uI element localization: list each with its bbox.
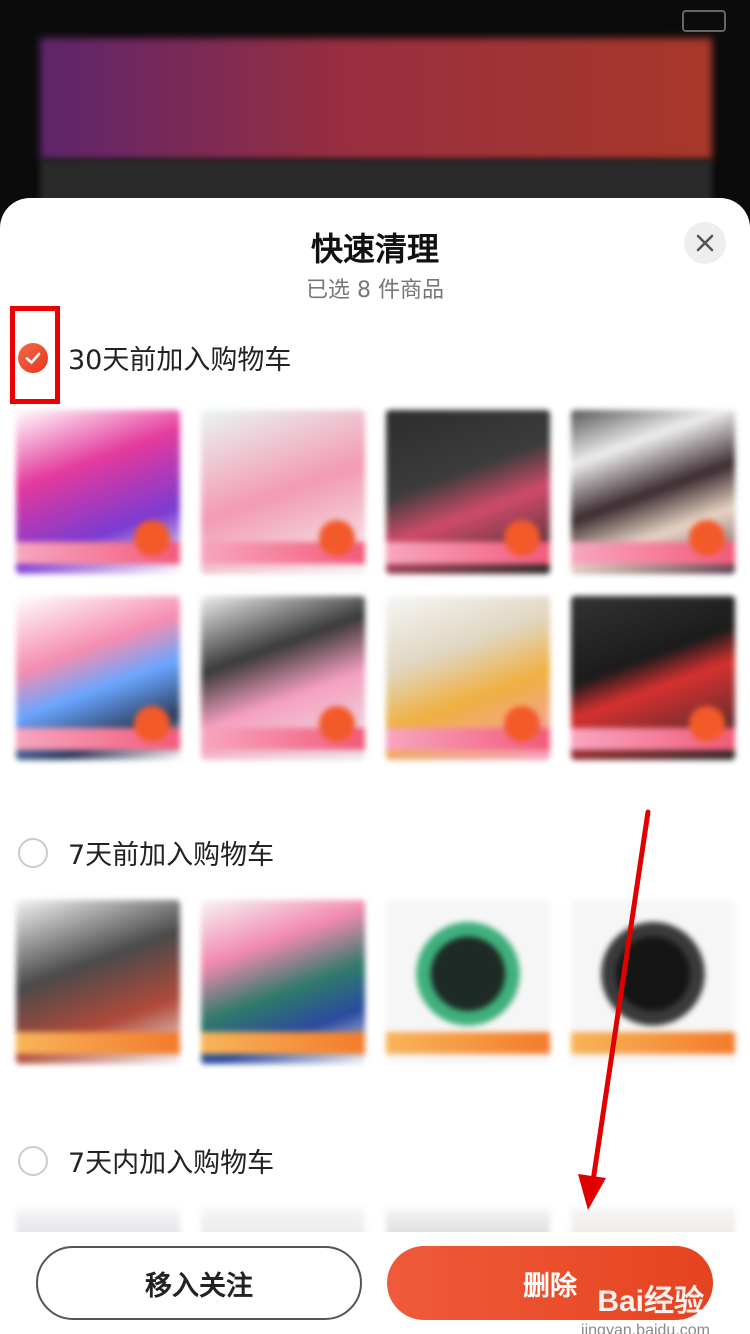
quick-clean-sheet: 快速清理 已选 8 件商品 30天前加入购物车 7天前加入购物车 7天内加入购物… (0, 198, 750, 1334)
background-banner (40, 38, 712, 160)
annotation-highlight-box (10, 306, 60, 404)
group-30-days-grid (16, 410, 736, 760)
product-thumbnail[interactable] (16, 410, 180, 574)
move-to-follow-button[interactable]: 移入关注 (36, 1246, 362, 1320)
product-thumbnail[interactable] (386, 410, 550, 574)
group-7-days-ago[interactable]: 7天前加入购物车 (18, 833, 274, 872)
sheet-title: 快速清理 (310, 230, 439, 268)
group-label: 7天内加入购物车 (68, 1148, 275, 1179)
close-icon (696, 234, 714, 252)
battery-icon (682, 10, 726, 32)
product-thumbnail[interactable] (16, 900, 180, 1064)
product-thumbnail[interactable] (386, 900, 550, 1064)
action-bar: 移入关注 删除 Bai经验 jingyan.baidu.com (0, 1232, 750, 1334)
close-button[interactable] (684, 222, 726, 264)
group-label: 30天前加入购物车 (68, 345, 292, 376)
product-thumbnail[interactable] (16, 596, 180, 760)
product-thumbnail[interactable] (201, 900, 365, 1064)
watermark-url: jingyan.baidu.com (581, 1322, 710, 1334)
product-thumbnail[interactable] (386, 596, 550, 760)
watermark-logo: Bai经验 (597, 1285, 704, 1318)
product-thumbnail[interactable] (571, 410, 735, 574)
group-within-7-days-checkbox[interactable] (18, 1145, 48, 1176)
group-7-days-ago-grid (16, 900, 736, 1064)
product-thumbnail[interactable] (201, 596, 365, 760)
selected-count: 已选 8 件商品 (306, 278, 444, 303)
status-bar (0, 0, 750, 40)
delete-button-label: 删除 (523, 1270, 577, 1302)
product-thumbnail[interactable] (571, 596, 735, 760)
group-within-7-days[interactable]: 7天内加入购物车 (18, 1141, 274, 1180)
product-thumbnail[interactable] (571, 900, 735, 1064)
product-thumbnail[interactable] (201, 410, 365, 574)
group-label: 7天前加入购物车 (68, 840, 275, 871)
group-7-days-ago-checkbox[interactable] (18, 837, 48, 868)
